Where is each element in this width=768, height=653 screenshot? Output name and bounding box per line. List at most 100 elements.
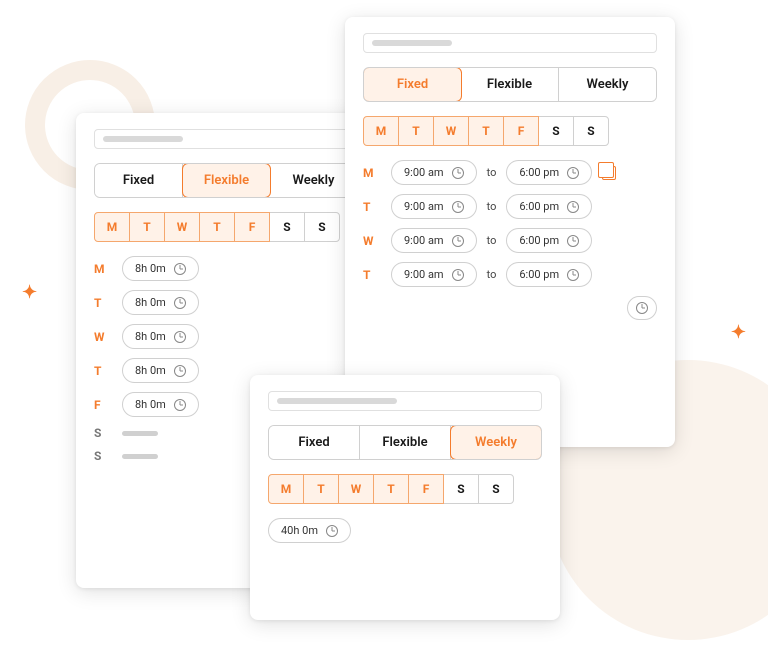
weekly-schedule-card: Fixed Flexible Weekly M T W T F S S 40h … [250,375,560,620]
duration-value: 40h 0m [281,524,318,537]
time-value: 9:00 am [404,166,444,179]
card-title-bar[interactable] [363,33,657,53]
clock-icon [567,201,579,213]
day-toggle-sun[interactable]: S [573,116,609,146]
duration-value: 8h 0m [135,398,166,411]
to-label: to [487,234,497,247]
day-toggle-fri[interactable]: F [503,116,539,146]
day-toggle-wed[interactable]: W [433,116,469,146]
fixed-row: M 9:00 am to 6:00 pm [363,160,657,185]
schedule-type-tabs: Fixed Flexible Weekly [94,163,358,198]
day-toggle-tue[interactable]: T [303,474,339,504]
tab-fixed[interactable]: Fixed [269,426,360,459]
day-label: W [363,234,381,248]
clock-icon [567,167,579,179]
duration-value: 8h 0m [135,330,166,343]
end-time-input[interactable]: 6:00 pm [506,160,592,185]
day-toggle-wed[interactable]: W [338,474,374,504]
fixed-row: T 9:00 am to 6:00 pm [363,262,657,287]
day-label: M [94,262,112,276]
day-toggle-mon[interactable]: M [363,116,399,146]
day-toggle-sat[interactable]: S [269,212,305,242]
schedule-type-tabs: Fixed Flexible Weekly [363,67,657,102]
flexible-row: W 8h 0m [94,324,358,349]
day-label: S [94,426,112,440]
clock-icon [174,331,186,343]
fixed-row-partial [363,296,657,320]
time-value: 9:00 am [404,234,444,247]
start-time-input[interactable]: 9:00 am [391,228,477,253]
title-skeleton [103,136,183,142]
tab-flexible[interactable]: Flexible [182,163,271,198]
start-time-input[interactable]: 9:00 am [391,160,477,185]
clock-icon [174,399,186,411]
day-toggle-sun[interactable]: S [478,474,514,504]
day-toggle-fri[interactable]: F [408,474,444,504]
day-toggle-wed[interactable]: W [164,212,200,242]
flexible-row: T 8h 0m [94,290,358,315]
duration-input[interactable]: 8h 0m [122,256,199,281]
to-label: to [487,166,497,179]
sparkle-icon: ✦ [22,282,37,303]
fixed-row: W 9:00 am to 6:00 pm [363,228,657,253]
day-toggle-sun[interactable]: S [304,212,340,242]
day-toggle-mon[interactable]: M [94,212,130,242]
schedule-type-tabs: Fixed Flexible Weekly [268,425,542,460]
time-value: 6:00 pm [519,200,559,213]
end-time-input[interactable]: 6:00 pm [506,228,592,253]
fixed-row: T 9:00 am to 6:00 pm [363,194,657,219]
day-toggle-tue[interactable]: T [129,212,165,242]
tab-fixed[interactable]: Fixed [95,164,183,197]
start-time-input[interactable]: 9:00 am [391,262,477,287]
empty-value [122,454,158,459]
day-toggle-tue[interactable]: T [398,116,434,146]
day-toggle-thu[interactable]: T [373,474,409,504]
duration-value: 8h 0m [135,364,166,377]
start-time-input[interactable]: 9:00 am [391,194,477,219]
clock-icon [567,235,579,247]
duration-input[interactable]: 8h 0m [122,358,199,383]
weekly-total-row: 40h 0m [268,518,542,543]
card-title-bar[interactable] [268,391,542,411]
day-label: T [94,296,112,310]
tab-weekly[interactable]: Weekly [450,425,542,460]
clock-icon [174,263,186,275]
day-toggle-fri[interactable]: F [234,212,270,242]
duration-input[interactable]: 8h 0m [122,392,199,417]
clock-icon [452,235,464,247]
end-time-input[interactable]: 6:00 pm [506,194,592,219]
clock-icon [636,302,648,314]
time-value: 6:00 pm [519,166,559,179]
day-toggle-sat[interactable]: S [443,474,479,504]
day-toggle-thu[interactable]: T [468,116,504,146]
duration-input[interactable]: 8h 0m [122,290,199,315]
day-label: T [363,268,381,282]
tab-weekly[interactable]: Weekly [559,68,656,101]
day-label: S [94,449,112,463]
clock-icon [174,297,186,309]
card-title-bar[interactable] [94,129,358,149]
time-value: 9:00 am [404,268,444,281]
to-label: to [487,268,497,281]
copy-icon[interactable] [602,166,616,180]
empty-value [122,431,158,436]
tab-weekly[interactable]: Weekly [270,164,357,197]
to-label: to [487,200,497,213]
day-toggle-mon[interactable]: M [268,474,304,504]
clock-icon [452,201,464,213]
weekly-total-input[interactable]: 40h 0m [268,518,351,543]
end-time-input[interactable]: 6:00 pm [506,262,592,287]
end-time-input[interactable] [627,296,657,320]
tab-fixed[interactable]: Fixed [363,67,462,102]
duration-value: 8h 0m [135,262,166,275]
working-days-selector: M T W T F S S [94,212,358,242]
tab-flexible[interactable]: Flexible [461,68,559,101]
duration-value: 8h 0m [135,296,166,309]
day-toggle-sat[interactable]: S [538,116,574,146]
duration-input[interactable]: 8h 0m [122,324,199,349]
tab-flexible[interactable]: Flexible [360,426,451,459]
day-label: F [94,398,112,412]
title-skeleton [277,398,397,404]
sparkle-icon: ✦ [731,322,746,343]
day-toggle-thu[interactable]: T [199,212,235,242]
